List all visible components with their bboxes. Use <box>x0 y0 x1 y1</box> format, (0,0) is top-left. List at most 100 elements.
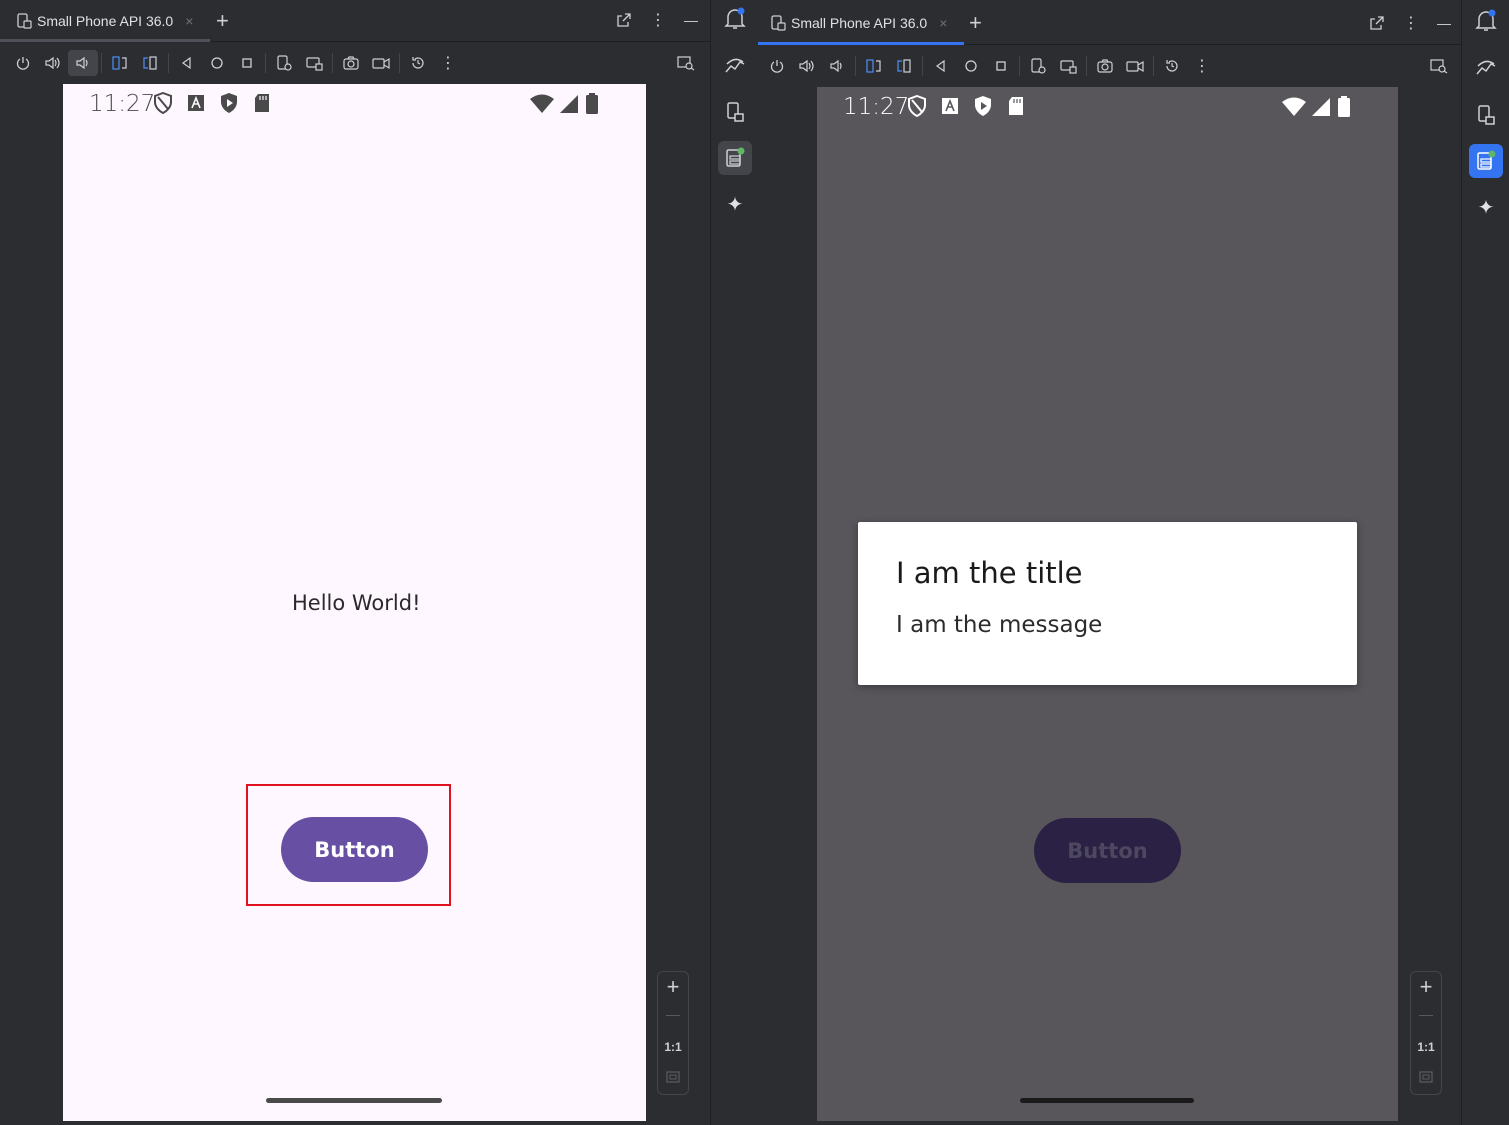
open-external-icon[interactable] <box>616 12 632 28</box>
notifications-bell-icon[interactable] <box>718 2 752 36</box>
overview-icon[interactable] <box>232 50 262 76</box>
right-emulator-panel: Small Phone API 36.0 × + ⋮ — ⋮ 11:27 But… <box>758 0 1461 1125</box>
volume-down-icon[interactable] <box>68 50 98 76</box>
device-tab-icon <box>17 13 32 29</box>
device-manager-icon[interactable] <box>1469 98 1503 132</box>
left-zoom-controls: + — 1:1 <box>657 971 689 1095</box>
posture-icon[interactable] <box>1053 53 1083 79</box>
right-status-clock: 11:27 <box>843 94 910 120</box>
zoom-in-icon[interactable]: + <box>1411 974 1441 1000</box>
hello-world-text: Hello World! <box>292 591 421 615</box>
toolbar-more-icon[interactable]: ⋮ <box>1187 53 1217 79</box>
left-tab-underline <box>0 39 210 42</box>
left-more-options-icon[interactable]: ⋮ <box>650 10 666 30</box>
left-emulator-toolbar: ⋮ <box>0 43 710 83</box>
left-status-clock: 11:27 <box>89 91 156 117</box>
battery-icon <box>1338 96 1350 117</box>
zoom-fit-icon[interactable] <box>658 1070 688 1089</box>
rotate-right-icon[interactable] <box>135 50 165 76</box>
gemini-sparkle-icon[interactable]: ✦ <box>718 187 752 221</box>
right-more-options-icon[interactable]: ⋮ <box>1403 13 1419 33</box>
left-minimize-icon[interactable]: — <box>684 12 698 28</box>
right-phone-screen[interactable]: 11:27 Button I am the title I am the mes… <box>817 87 1398 1121</box>
right-device-tab[interactable]: Small Phone API 36.0 × <box>770 0 947 45</box>
device-tab-icon <box>771 14 786 31</box>
rotate-right-icon[interactable] <box>889 53 919 79</box>
right-tab-title: Small Phone API 36.0 <box>791 14 928 31</box>
screen-record-icon[interactable] <box>1120 53 1150 79</box>
left-emulator-panel: Small Phone API 36.0 × + ⋮ — ⋮ 11:27 Hel… <box>0 0 710 1125</box>
dialog-message: I am the message <box>896 612 1103 638</box>
button-highlight-box <box>246 784 451 906</box>
snapshot-restore-icon[interactable] <box>1157 53 1187 79</box>
sd-card-icon <box>255 94 269 112</box>
wifi-icon <box>530 94 554 113</box>
wifi-icon <box>1282 97 1306 116</box>
play-protect-icon <box>221 93 237 113</box>
cell-signal-icon <box>1312 98 1330 116</box>
back-icon[interactable] <box>926 53 956 79</box>
left-gesture-nav-handle[interactable] <box>266 1098 442 1103</box>
rotate-left-icon[interactable] <box>105 50 135 76</box>
posture-icon[interactable] <box>299 50 329 76</box>
overview-icon[interactable] <box>986 53 1016 79</box>
home-icon[interactable] <box>202 50 232 76</box>
right-button-dimmed: Button <box>1034 818 1181 883</box>
power-icon[interactable] <box>8 50 38 76</box>
zoom-in-icon[interactable]: + <box>658 974 688 1000</box>
app-inspection-icon[interactable] <box>1469 51 1503 85</box>
right-emulator-toolbar: ⋮ <box>758 46 1461 86</box>
notifications-bell-icon[interactable] <box>1469 4 1503 38</box>
zoom-actual-size[interactable]: 1:1 <box>658 1040 688 1054</box>
rotate-left-icon[interactable] <box>859 53 889 79</box>
zoom-actual-size[interactable]: 1:1 <box>1411 1040 1441 1054</box>
right-zoom-controls: + — 1:1 <box>1410 971 1442 1095</box>
power-icon[interactable] <box>762 53 792 79</box>
right-tab-close-icon[interactable]: × <box>939 15 947 31</box>
toolbar-more-icon[interactable]: ⋮ <box>433 50 463 76</box>
back-icon[interactable] <box>172 50 202 76</box>
right-minimize-icon[interactable]: — <box>1437 15 1451 31</box>
device-manager-icon[interactable] <box>718 95 752 129</box>
accessibility-a-icon <box>942 98 958 114</box>
running-devices-icon-active[interactable] <box>1469 144 1503 178</box>
left-device-tab[interactable]: Small Phone API 36.0 × <box>16 0 193 42</box>
left-tab-bar: Small Phone API 36.0 × + ⋮ — <box>0 0 710 42</box>
snapshot-restore-icon[interactable] <box>403 50 433 76</box>
right-tab-bar: Small Phone API 36.0 × + ⋮ — <box>758 0 1461 45</box>
accessibility-a-icon <box>188 95 204 111</box>
left-status-bar: 11:27 <box>63 84 646 124</box>
zoom-out-icon[interactable]: — <box>1411 1006 1441 1022</box>
left-tab-close-icon[interactable]: × <box>185 13 193 29</box>
vpn-shield-outline-icon <box>908 95 926 117</box>
running-devices-icon[interactable] <box>718 141 752 175</box>
gemini-sparkle-icon[interactable]: ✦ <box>1469 190 1503 224</box>
right-device-explorer-icon[interactable] <box>1424 53 1454 79</box>
left-new-tab-icon[interactable]: + <box>216 8 229 34</box>
screenshot-icon[interactable] <box>1090 53 1120 79</box>
dialog-title: I am the title <box>896 556 1083 590</box>
vpn-shield-outline-icon <box>154 92 172 114</box>
zoom-out-icon[interactable]: — <box>658 1006 688 1022</box>
home-icon[interactable] <box>956 53 986 79</box>
right-status-bar: 11:27 <box>817 87 1398 127</box>
middle-tool-stripe: ✦ <box>710 0 758 1125</box>
open-external-icon[interactable] <box>1369 15 1385 31</box>
left-device-explorer-icon[interactable] <box>671 50 701 76</box>
fold-device-icon[interactable] <box>1023 53 1053 79</box>
screen-record-icon[interactable] <box>366 50 396 76</box>
volume-up-icon[interactable] <box>792 53 822 79</box>
alert-dialog[interactable]: I am the title I am the message <box>858 522 1357 685</box>
left-phone-screen[interactable]: 11:27 Hello World! Button <box>63 84 646 1121</box>
app-inspection-icon[interactable] <box>718 49 752 83</box>
volume-down-icon[interactable] <box>822 53 852 79</box>
cell-signal-icon <box>560 95 578 113</box>
battery-icon <box>586 93 598 114</box>
screenshot-icon[interactable] <box>336 50 366 76</box>
zoom-fit-icon[interactable] <box>1411 1070 1441 1089</box>
right-new-tab-icon[interactable]: + <box>969 10 982 36</box>
right-gesture-nav-handle[interactable] <box>1020 1098 1194 1103</box>
volume-up-icon[interactable] <box>38 50 68 76</box>
fold-device-icon[interactable] <box>269 50 299 76</box>
play-protect-icon <box>975 96 991 116</box>
